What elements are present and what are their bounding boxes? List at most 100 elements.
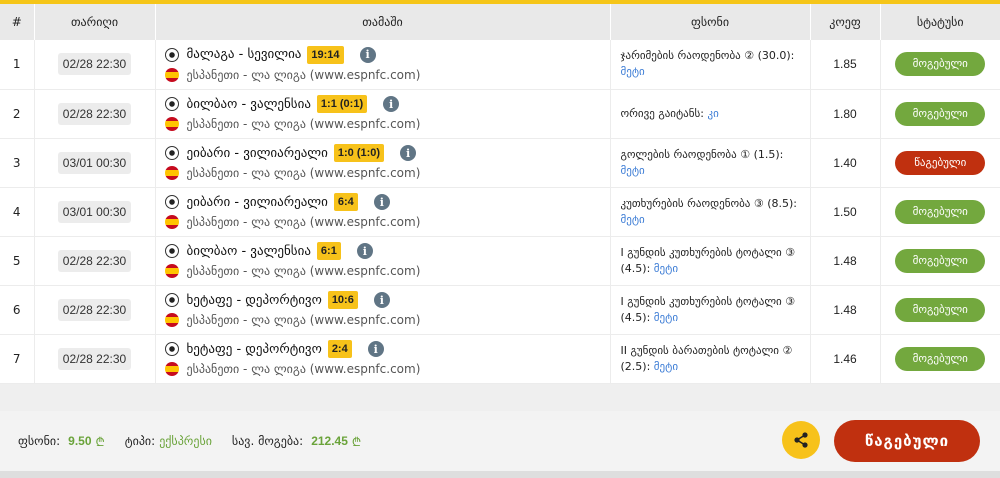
match-score: 1:1 (0:1) bbox=[316, 95, 368, 113]
match-title[interactable]: ეიბარი - ვილიარეალი bbox=[187, 195, 328, 210]
league-name: ესპანეთი - ლა ლიგა (www.espnfc.com) bbox=[186, 67, 421, 82]
possible-win-value: 212.45 bbox=[311, 434, 348, 448]
spain-flag-icon bbox=[164, 166, 179, 180]
row-number: 7 bbox=[0, 334, 35, 384]
share-icon bbox=[794, 432, 808, 448]
lari-currency-icon: ₾ bbox=[95, 434, 105, 449]
soccer-ball-icon bbox=[164, 195, 179, 209]
spain-flag-icon bbox=[164, 313, 179, 327]
status-badge: მოგებული bbox=[895, 346, 986, 371]
match-date: 03/01 00:30 bbox=[57, 200, 132, 223]
info-icon[interactable]: i bbox=[359, 46, 376, 63]
match-score: 19:14 bbox=[307, 45, 344, 64]
bet-market: I გუნდის კუთხურების ტოტალი ③ (4.5): bbox=[620, 294, 796, 324]
table-row: 5 02/28 22:30 ბილბაო - ვალენსია 6:1 i ესპა… bbox=[0, 236, 1000, 286]
row-number: 2 bbox=[0, 89, 35, 139]
header-coef: კოეფ bbox=[810, 4, 881, 40]
bet-selection: მეტი bbox=[620, 163, 645, 177]
status-badge: მოგებული bbox=[895, 52, 986, 77]
stake-summary: ფსონი: 9.50 ₾ bbox=[18, 433, 105, 450]
match-title[interactable]: მალაგა - სევილია bbox=[187, 47, 302, 62]
header-match: თამაში bbox=[155, 4, 611, 40]
status-badge: მოგებული bbox=[895, 101, 986, 126]
row-number: 1 bbox=[0, 40, 35, 90]
info-icon[interactable]: i bbox=[373, 292, 390, 308]
coefficient: 1.46 bbox=[810, 334, 881, 384]
coefficient: 1.40 bbox=[810, 138, 881, 188]
table-row: 6 02/28 22:30 ხეტაფე - დეპორტივო 10:6 i ეს… bbox=[0, 285, 1000, 335]
league-name: ესპანეთი - ლა ლიგა (www.espnfc.com) bbox=[186, 166, 421, 180]
table-row: 3 03/01 00:30 ეიბარი - ვილიარეალი 1:0 (1:… bbox=[0, 138, 1000, 188]
match-title[interactable]: ბილბაო - ვალენსია bbox=[187, 244, 311, 259]
soccer-ball-icon bbox=[164, 47, 179, 62]
coefficient: 1.80 bbox=[810, 89, 881, 139]
spain-flag-icon bbox=[164, 264, 179, 278]
bets-table: # თარიღი თამაში ფსონი კოეფ სტატუსი 1 02/… bbox=[0, 4, 1000, 384]
table-row: 2 02/28 22:30 ბილბაო - ვალენსია 1:1 (0:1)… bbox=[0, 89, 1000, 139]
bets-table-wrap: # თარიღი თამაში ფსონი კოეფ სტატუსი 1 02/… bbox=[0, 4, 1000, 384]
bet-summary-footer: ფსონი: 9.50 ₾ ტიპი: ექსპრესი სავ. მოგება… bbox=[0, 411, 1000, 471]
soccer-ball-icon bbox=[164, 244, 179, 258]
league-name: ესპანეთი - ლა ლიგა (www.espnfc.com) bbox=[186, 313, 421, 327]
soccer-ball-icon bbox=[164, 97, 179, 111]
row-number: 5 bbox=[0, 236, 35, 286]
match-title[interactable]: ხეტაფე - დეპორტივო bbox=[187, 342, 322, 357]
status-badge: მოგებული bbox=[895, 297, 986, 322]
coefficient: 1.50 bbox=[810, 187, 881, 237]
table-body: 1 02/28 22:30 მალაგა - სევილია 19:14 i ესპ… bbox=[0, 40, 1000, 384]
match-title[interactable]: ეიბარი - ვილიარეალი bbox=[187, 146, 328, 161]
league-name: ესპანეთი - ლა ლიგა (www.espnfc.com) bbox=[186, 362, 421, 376]
bet-market: გოლების რაოდენობა ① (1.5): bbox=[620, 147, 784, 161]
type-label: ტიპი: bbox=[124, 434, 156, 448]
row-number: 6 bbox=[0, 285, 35, 335]
spain-flag-icon bbox=[164, 362, 179, 376]
info-icon[interactable]: i bbox=[367, 341, 384, 357]
match-date: 02/28 22:30 bbox=[57, 102, 132, 125]
coefficient: 1.85 bbox=[810, 40, 881, 90]
header-status: სტატუსი bbox=[916, 15, 964, 29]
match-date: 02/28 22:30 bbox=[57, 347, 132, 370]
info-icon[interactable]: i bbox=[383, 96, 400, 112]
spain-flag-icon bbox=[164, 117, 179, 131]
bottom-strip bbox=[0, 471, 1000, 478]
league-name: ესპანეთი - ლა ლიგა (www.espnfc.com) bbox=[186, 215, 421, 229]
match-title[interactable]: ხეტაფე - დეპორტივო bbox=[187, 293, 322, 308]
share-button[interactable] bbox=[782, 421, 820, 459]
match-title[interactable]: ბილბაო - ვალენსია bbox=[187, 97, 311, 112]
info-icon[interactable]: i bbox=[400, 145, 417, 161]
table-row: 7 02/28 22:30 ხეტაფე - დეპორტივო 2:4 i ესპ… bbox=[0, 334, 1000, 384]
type-summary: ტიპი: ექსპრესი bbox=[125, 434, 212, 448]
lari-currency-icon: ₾ bbox=[351, 434, 362, 449]
match-date: 02/28 22:30 bbox=[57, 298, 132, 321]
match-score: 6:1 bbox=[316, 242, 341, 260]
table-row: 4 03/01 00:30 ეიბარი - ვილიარეალი 6:4 i ეს… bbox=[0, 187, 1000, 237]
row-number: 4 bbox=[0, 187, 35, 237]
soccer-ball-icon bbox=[164, 146, 179, 160]
match-score: 1:0 (1:0) bbox=[333, 144, 385, 162]
info-icon[interactable]: i bbox=[356, 243, 373, 259]
soccer-ball-icon bbox=[164, 342, 179, 356]
match-date: 03/01 00:30 bbox=[57, 151, 132, 174]
bet-selection: მეტი bbox=[620, 65, 645, 79]
spain-flag-icon bbox=[164, 67, 179, 82]
bet-market: I გუნდის კუთხურების ტოტალი ③ (4.5): bbox=[620, 245, 796, 275]
bet-selection: მეტი bbox=[653, 261, 679, 275]
league-name: ესპანეთი - ლა ლიგა (www.espnfc.com) bbox=[186, 264, 421, 278]
bet-selection: მეტი bbox=[653, 359, 679, 373]
soccer-ball-icon bbox=[164, 293, 179, 307]
match-score: 2:4 bbox=[327, 340, 352, 358]
status-badge: წაგებული bbox=[895, 150, 986, 175]
stake-value: 9.50 bbox=[68, 434, 92, 448]
match-score: 6:4 bbox=[333, 193, 358, 211]
match-date: 02/28 22:30 bbox=[57, 53, 132, 76]
header-date: თარიღი bbox=[34, 4, 156, 40]
info-icon[interactable]: i bbox=[373, 194, 390, 210]
header-bet: ფსონი bbox=[610, 4, 811, 40]
possible-win-label: სავ. მოგება: bbox=[231, 434, 304, 448]
coefficient: 1.48 bbox=[810, 236, 881, 286]
stake-label: ფსონი: bbox=[18, 434, 61, 448]
bet-selection: მეტი bbox=[620, 212, 645, 226]
table-header-row: # თარიღი თამაში ფსონი კოეფ სტატუსი bbox=[0, 4, 1000, 40]
result-status-button[interactable]: წაგებული bbox=[834, 420, 980, 462]
type-value: ექსპრესი bbox=[159, 434, 212, 448]
